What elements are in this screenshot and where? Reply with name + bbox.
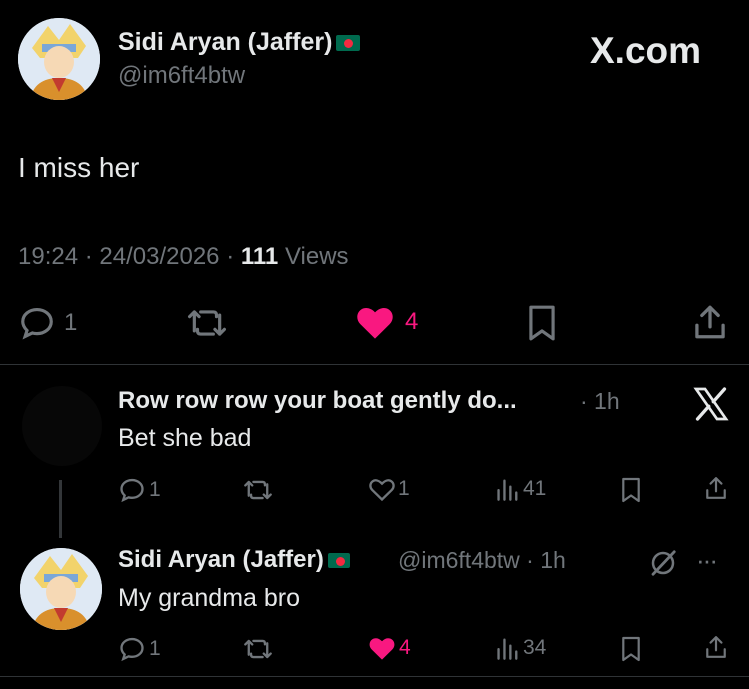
reply-text: Bet she bad xyxy=(118,424,252,452)
thread-line xyxy=(59,480,62,538)
repost-button[interactable] xyxy=(243,476,273,504)
reply-count: 1 xyxy=(149,637,161,660)
repost-button[interactable] xyxy=(186,304,228,342)
views-icon xyxy=(497,638,518,660)
views-count: 41 xyxy=(523,477,547,500)
bookmark-button[interactable] xyxy=(620,476,642,504)
bangladesh-flag-icon xyxy=(336,35,361,51)
repost-icon xyxy=(244,639,272,659)
like-count: 4 xyxy=(405,308,419,335)
divider xyxy=(0,364,749,365)
like-button[interactable]: 4 xyxy=(368,635,411,661)
reply-icon xyxy=(120,637,144,662)
repost-icon xyxy=(187,310,226,336)
post-text: I miss her xyxy=(18,152,140,183)
x-icon xyxy=(693,387,729,421)
reply-time: · 1h xyxy=(580,388,620,414)
avatar[interactable] xyxy=(18,18,100,100)
views-label: Views xyxy=(284,243,349,270)
avatar[interactable] xyxy=(20,548,102,630)
share-icon xyxy=(695,305,725,339)
reply-handle-time: @im6ft4btw · 1h xyxy=(398,547,566,573)
bookmark-button[interactable] xyxy=(620,635,642,663)
avatar-image xyxy=(20,548,102,630)
repost-icon xyxy=(244,480,272,500)
reply-count: 1 xyxy=(64,309,78,336)
heart-icon xyxy=(369,479,395,502)
reply-text: My grandma bro xyxy=(118,584,301,612)
share-icon xyxy=(706,477,726,499)
reply-author-name[interactable]: Sidi Aryan (Jaffer) xyxy=(118,546,350,574)
reply-author-name[interactable]: Row row row your boat gently do... xyxy=(118,387,517,415)
heart-filled-icon xyxy=(369,638,395,660)
avatar-image xyxy=(18,18,100,100)
meta-separator: · xyxy=(226,243,235,270)
meta-separator: · xyxy=(84,243,93,270)
share-icon xyxy=(706,636,726,658)
share-button[interactable] xyxy=(704,633,728,661)
bookmark-icon xyxy=(622,636,640,662)
post-date[interactable]: 24/03/2026 xyxy=(99,243,219,270)
reply-button[interactable]: 1 xyxy=(118,476,161,504)
x-logo-icon[interactable] xyxy=(693,387,729,426)
share-button[interactable] xyxy=(692,302,728,342)
x-logo[interactable]: X.com xyxy=(590,30,701,72)
repost-button[interactable] xyxy=(243,635,273,663)
grok-icon[interactable] xyxy=(648,548,678,583)
reply-icon xyxy=(120,478,144,503)
bangladesh-flag-icon xyxy=(327,553,350,568)
views-button[interactable]: 41 xyxy=(496,476,546,502)
reply-button[interactable]: 1 xyxy=(118,635,161,663)
like-count: 4 xyxy=(399,636,411,659)
reply-icon xyxy=(21,307,53,340)
author-name-text: Sidi Aryan (Jaffer) xyxy=(118,546,324,573)
like-button[interactable]: 4 xyxy=(355,303,418,341)
bookmark-button[interactable] xyxy=(525,304,559,342)
views-count: 34 xyxy=(523,636,547,659)
like-count: 1 xyxy=(398,477,410,500)
grok-icon xyxy=(651,550,676,576)
views-button[interactable]: 34 xyxy=(496,635,546,661)
post-time: 19:24 xyxy=(18,243,79,270)
bookmark-icon xyxy=(622,477,640,503)
author-name-text: Sidi Aryan (Jaffer) xyxy=(118,28,333,56)
reply-count: 1 xyxy=(149,478,161,501)
more-options-icon[interactable]: ··· xyxy=(696,545,718,576)
reply-avatar[interactable] xyxy=(22,386,102,466)
views-icon xyxy=(497,479,518,501)
reply-button[interactable]: 1 xyxy=(18,304,77,342)
post-meta: 19:24 · 24/03/2026 · 111 Views xyxy=(18,243,349,271)
divider xyxy=(0,676,749,677)
heart-filled-icon xyxy=(357,308,393,339)
post-author-name[interactable]: Sidi Aryan (Jaffer) xyxy=(118,28,361,57)
views-count: 111 xyxy=(240,243,279,270)
bookmark-icon xyxy=(529,305,555,341)
like-button[interactable]: 1 xyxy=(368,476,410,502)
share-button[interactable] xyxy=(704,474,728,502)
post-author-handle[interactable]: @im6ft4btw xyxy=(118,62,245,90)
